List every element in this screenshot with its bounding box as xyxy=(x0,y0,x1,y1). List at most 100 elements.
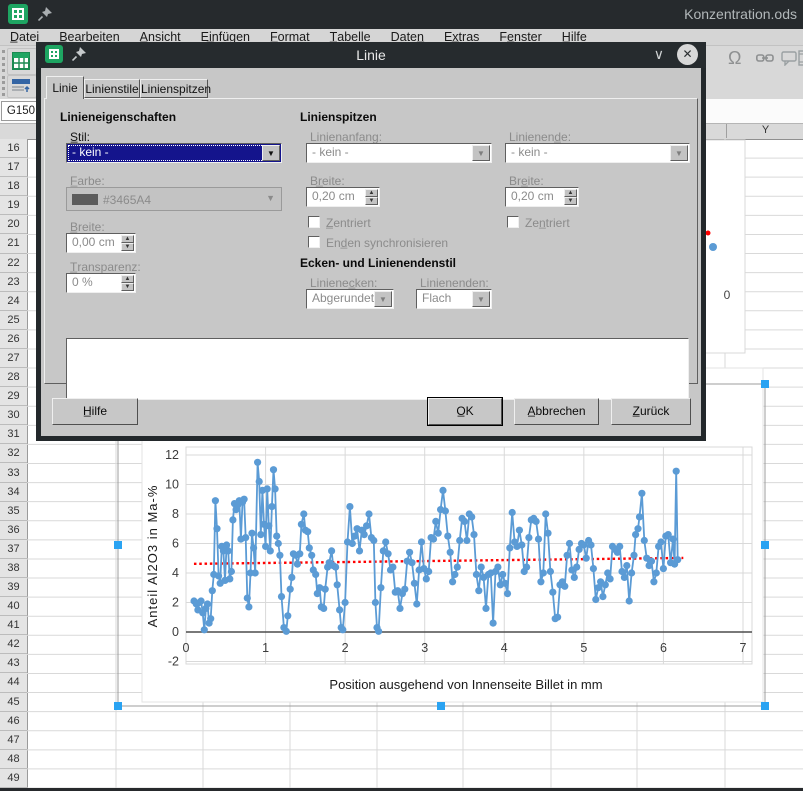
data-point xyxy=(449,578,456,585)
data-point xyxy=(571,574,578,581)
tab-linienspitzen[interactable]: Linienspitzen xyxy=(140,79,208,98)
data-point xyxy=(375,628,382,635)
data-point xyxy=(304,528,311,535)
data-point xyxy=(287,586,294,593)
data-point xyxy=(411,580,418,587)
selection-handle[interactable] xyxy=(761,380,769,388)
cap-style-select: Flach ▼ xyxy=(416,289,492,309)
cancel-button[interactable]: A̲bbrechen xyxy=(514,398,599,425)
x-tick-label: 4 xyxy=(501,641,508,655)
data-point xyxy=(215,572,222,579)
data-point xyxy=(461,518,468,525)
data-point xyxy=(590,565,597,572)
rows-button[interactable] xyxy=(7,75,37,98)
help-button[interactable]: H̲ilfe xyxy=(52,398,138,425)
section-corner-cap: Ecken- und Linienendenstil xyxy=(300,256,456,270)
data-point xyxy=(626,597,633,604)
data-point xyxy=(554,614,561,621)
data-point xyxy=(444,533,451,540)
hyperlink-icon[interactable] xyxy=(756,52,774,64)
selection-handle[interactable] xyxy=(761,702,769,710)
data-point xyxy=(254,459,261,466)
partial-chart-trend-dot xyxy=(706,231,711,236)
data-point xyxy=(525,534,532,541)
title-bar: Konzentration.ods xyxy=(0,0,803,29)
comment-icon[interactable] xyxy=(781,50,797,66)
data-point xyxy=(276,552,283,559)
arrow-end-width-label: Bre̲ite: xyxy=(509,174,544,188)
selection-handle[interactable] xyxy=(761,541,769,549)
spin-down-icon: ▼ xyxy=(121,243,134,251)
data-point xyxy=(482,605,489,612)
tab-linienstile[interactable]: Linienstile xyxy=(84,79,140,98)
sync-ends-checkbox xyxy=(308,236,320,248)
x-tick-label: 5 xyxy=(580,641,587,655)
data-point xyxy=(256,478,263,485)
special-character-omega-icon[interactable]: Ω xyxy=(728,48,741,68)
ok-button[interactable]: O̲K xyxy=(428,398,502,425)
selection-handle[interactable] xyxy=(114,541,122,549)
data-point xyxy=(430,536,437,543)
back-button[interactable]: Z̲urück xyxy=(611,398,691,425)
data-point xyxy=(641,537,648,544)
data-point xyxy=(365,510,372,517)
data-point xyxy=(322,586,329,593)
data-point xyxy=(270,466,277,473)
data-point xyxy=(228,568,235,575)
data-point xyxy=(284,612,291,619)
data-point xyxy=(334,581,341,588)
data-point xyxy=(470,531,477,538)
dropdown-arrow-icon[interactable]: ▼ xyxy=(262,145,280,161)
data-point xyxy=(451,571,458,578)
data-point xyxy=(602,581,609,588)
data-point xyxy=(201,626,208,633)
data-point xyxy=(382,538,389,545)
selection-handle[interactable] xyxy=(437,702,445,710)
data-point xyxy=(248,530,255,537)
data-point xyxy=(250,544,257,551)
tab-linie[interactable]: Linie xyxy=(46,76,84,99)
dialog-title-bar[interactable]: Linie ∨ ✕ xyxy=(36,42,706,68)
style-select[interactable]: - kein - ▼ xyxy=(66,143,282,163)
data-point xyxy=(653,569,660,576)
data-point xyxy=(406,549,413,556)
data-point xyxy=(389,564,396,571)
center-start-checkbox xyxy=(308,216,320,228)
dropdown-arrow-icon: ▼ xyxy=(670,145,688,161)
table-grid-button[interactable] xyxy=(7,48,37,75)
header-footer-icon[interactable] xyxy=(798,50,803,66)
data-point xyxy=(504,590,511,597)
data-point xyxy=(473,571,480,578)
y-tick-label: 2 xyxy=(172,595,179,609)
pin-icon xyxy=(38,7,52,21)
chevron-down-icon[interactable]: ∨ xyxy=(654,46,664,63)
data-point xyxy=(204,600,211,607)
data-point xyxy=(573,564,580,571)
data-point xyxy=(361,531,368,538)
x-tick-label: 2 xyxy=(342,641,349,655)
data-point xyxy=(516,527,523,534)
data-point xyxy=(212,497,219,504)
dropdown-arrow-icon: ▼ xyxy=(472,291,490,307)
data-point xyxy=(339,626,346,633)
data-point xyxy=(320,605,327,612)
data-point xyxy=(673,468,680,475)
data-point xyxy=(442,507,449,514)
data-point xyxy=(288,574,295,581)
data-point xyxy=(413,600,420,607)
data-point xyxy=(447,549,454,556)
selection-handle[interactable] xyxy=(114,702,122,710)
center-end-checkbox xyxy=(507,216,519,228)
data-point xyxy=(294,561,301,568)
column-header-y[interactable]: Y xyxy=(726,124,803,138)
spin-down-icon: ▼ xyxy=(564,197,577,205)
close-icon[interactable]: ✕ xyxy=(677,44,698,65)
data-point xyxy=(226,575,233,582)
y-tick-label: 12 xyxy=(165,448,179,462)
x-tick-label: 0 xyxy=(183,641,190,655)
data-point xyxy=(283,628,290,635)
width-value: 0,00 cm xyxy=(72,235,115,249)
x-tick-label: 6 xyxy=(660,641,667,655)
dropdown-arrow-icon: ▼ xyxy=(266,193,275,203)
name-box[interactable]: G150 xyxy=(1,101,41,121)
